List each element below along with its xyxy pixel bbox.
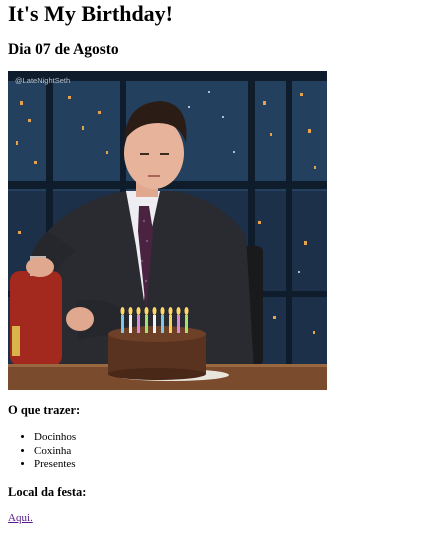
bring-heading: O que trazer: [8, 403, 81, 417]
list-item: Docinhos [34, 431, 76, 445]
page-subtitle: Dia 07 de Agosto [8, 41, 119, 58]
location-heading: Local da festa: [8, 485, 87, 499]
list-item: Coxinha [34, 445, 76, 459]
page-title: It's My Birthday! [8, 1, 173, 26]
bring-list: Docinhos Coxinha Presentes [8, 431, 76, 472]
birthday-gif: @LateNightSeth [8, 71, 327, 390]
list-item: Presentes [34, 458, 76, 472]
location-link[interactable]: Aqui. [8, 511, 33, 525]
watermark-text: @LateNightSeth [15, 76, 70, 85]
